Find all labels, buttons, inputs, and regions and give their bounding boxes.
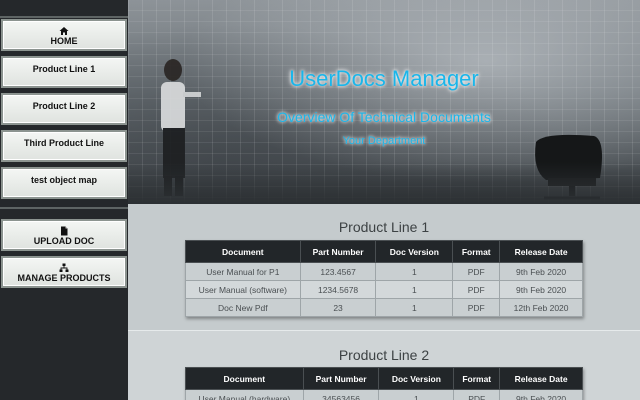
cell-document[interactable]: User Manual for P1: [185, 262, 301, 281]
home-icon: [3, 24, 125, 36]
product-line-section: Product Line 1 Document Part Number Doc …: [128, 204, 640, 330]
documents-table: Document Part Number Doc Version Format …: [185, 367, 583, 400]
upload-doc-button[interactable]: UPLOAD DOC: [1, 219, 127, 251]
manage-products-label: MANAGE PRODUCTS: [17, 273, 111, 283]
cell-format: PDF: [452, 280, 501, 299]
cell-doc-version: 1: [375, 262, 454, 281]
cell-format: PDF: [452, 298, 501, 317]
home-button[interactable]: HOME: [1, 19, 127, 51]
cell-doc-version: 1: [375, 298, 454, 317]
sidebar-divider: [0, 207, 128, 209]
column-header-format[interactable]: Format: [453, 367, 501, 390]
cell-format: PDF: [453, 389, 501, 400]
documents-table: Document Part Number Doc Version Format …: [185, 240, 583, 317]
column-header-document[interactable]: Document: [185, 367, 304, 390]
table-row[interactable]: Doc New Pdf 23 1 PDF 12th Feb 2020: [185, 298, 583, 317]
column-header-part-number[interactable]: Part Number: [299, 240, 377, 263]
column-header-format[interactable]: Format: [452, 240, 501, 263]
app-title: UserDocs Manager: [289, 66, 479, 91]
column-header-doc-version[interactable]: Doc Version: [375, 240, 454, 263]
cell-document[interactable]: User Manual (hardware): [185, 389, 304, 400]
hero-banner: UserDocs Manager Overview Of Technical D…: [128, 0, 640, 204]
sidebar-item-label: Product Line 2: [32, 101, 96, 111]
cell-part-number: 34563456: [302, 389, 380, 400]
cell-part-number: 23: [299, 298, 377, 317]
cell-part-number: 1234.5678: [299, 280, 377, 299]
section-title: Product Line 1: [338, 219, 430, 235]
hero-floor: [128, 162, 640, 204]
product-line-section: Product Line 2 Document Part Number Doc …: [128, 330, 640, 400]
file-icon: [3, 224, 125, 236]
home-button-label: HOME: [50, 36, 78, 46]
cell-doc-version: 1: [378, 389, 455, 400]
sidebar-divider: [0, 16, 128, 18]
section-title: Product Line 2: [338, 347, 430, 363]
table-header-row: Document Part Number Doc Version Format …: [185, 367, 583, 390]
column-header-release-date[interactable]: Release Date: [499, 367, 583, 390]
sidebar-item-third-product-line[interactable]: Third Product Line: [1, 130, 127, 162]
cell-part-number: 123.4567: [299, 262, 377, 281]
cell-doc-version: 1: [375, 280, 454, 299]
department-label: Your Department: [342, 135, 426, 147]
sidebar-item-label: test object map: [30, 175, 97, 185]
sidebar-item-label: Product Line 1: [32, 64, 96, 74]
sitemap-icon: [3, 261, 125, 273]
cell-release-date: 9th Feb 2020: [499, 262, 583, 281]
app-subtitle: Overview Of Technical Documents: [277, 109, 491, 125]
cell-document[interactable]: User Manual (software): [185, 280, 301, 299]
upload-doc-label: UPLOAD DOC: [33, 236, 95, 246]
cell-release-date: 9th Feb 2020: [499, 389, 583, 400]
cell-release-date: 9th Feb 2020: [499, 280, 583, 299]
column-header-doc-version[interactable]: Doc Version: [378, 367, 455, 390]
manage-products-button[interactable]: MANAGE PRODUCTS: [1, 256, 127, 288]
table-header-row: Document Part Number Doc Version Format …: [185, 240, 583, 263]
column-header-release-date[interactable]: Release Date: [499, 240, 583, 263]
sidebar-item-test-object-map[interactable]: test object map: [1, 167, 127, 199]
table-row[interactable]: User Manual (software) 1234.5678 1 PDF 9…: [185, 280, 583, 299]
table-row[interactable]: User Manual (hardware) 34563456 1 PDF 9t…: [185, 389, 583, 400]
cell-document[interactable]: Doc New Pdf: [185, 298, 301, 317]
cell-release-date: 12th Feb 2020: [499, 298, 583, 317]
sidebar-item-label: Third Product Line: [24, 138, 104, 148]
cell-format: PDF: [452, 262, 501, 281]
column-header-document[interactable]: Document: [185, 240, 301, 263]
column-header-part-number[interactable]: Part Number: [302, 367, 380, 390]
sidebar-item-product-line-2[interactable]: Product Line 2: [1, 93, 127, 125]
sidebar-item-product-line-1[interactable]: Product Line 1: [1, 56, 127, 88]
table-row[interactable]: User Manual for P1 123.4567 1 PDF 9th Fe…: [185, 262, 583, 281]
sidebar: HOME Product Line 1 Product Line 2 Third…: [0, 0, 128, 400]
